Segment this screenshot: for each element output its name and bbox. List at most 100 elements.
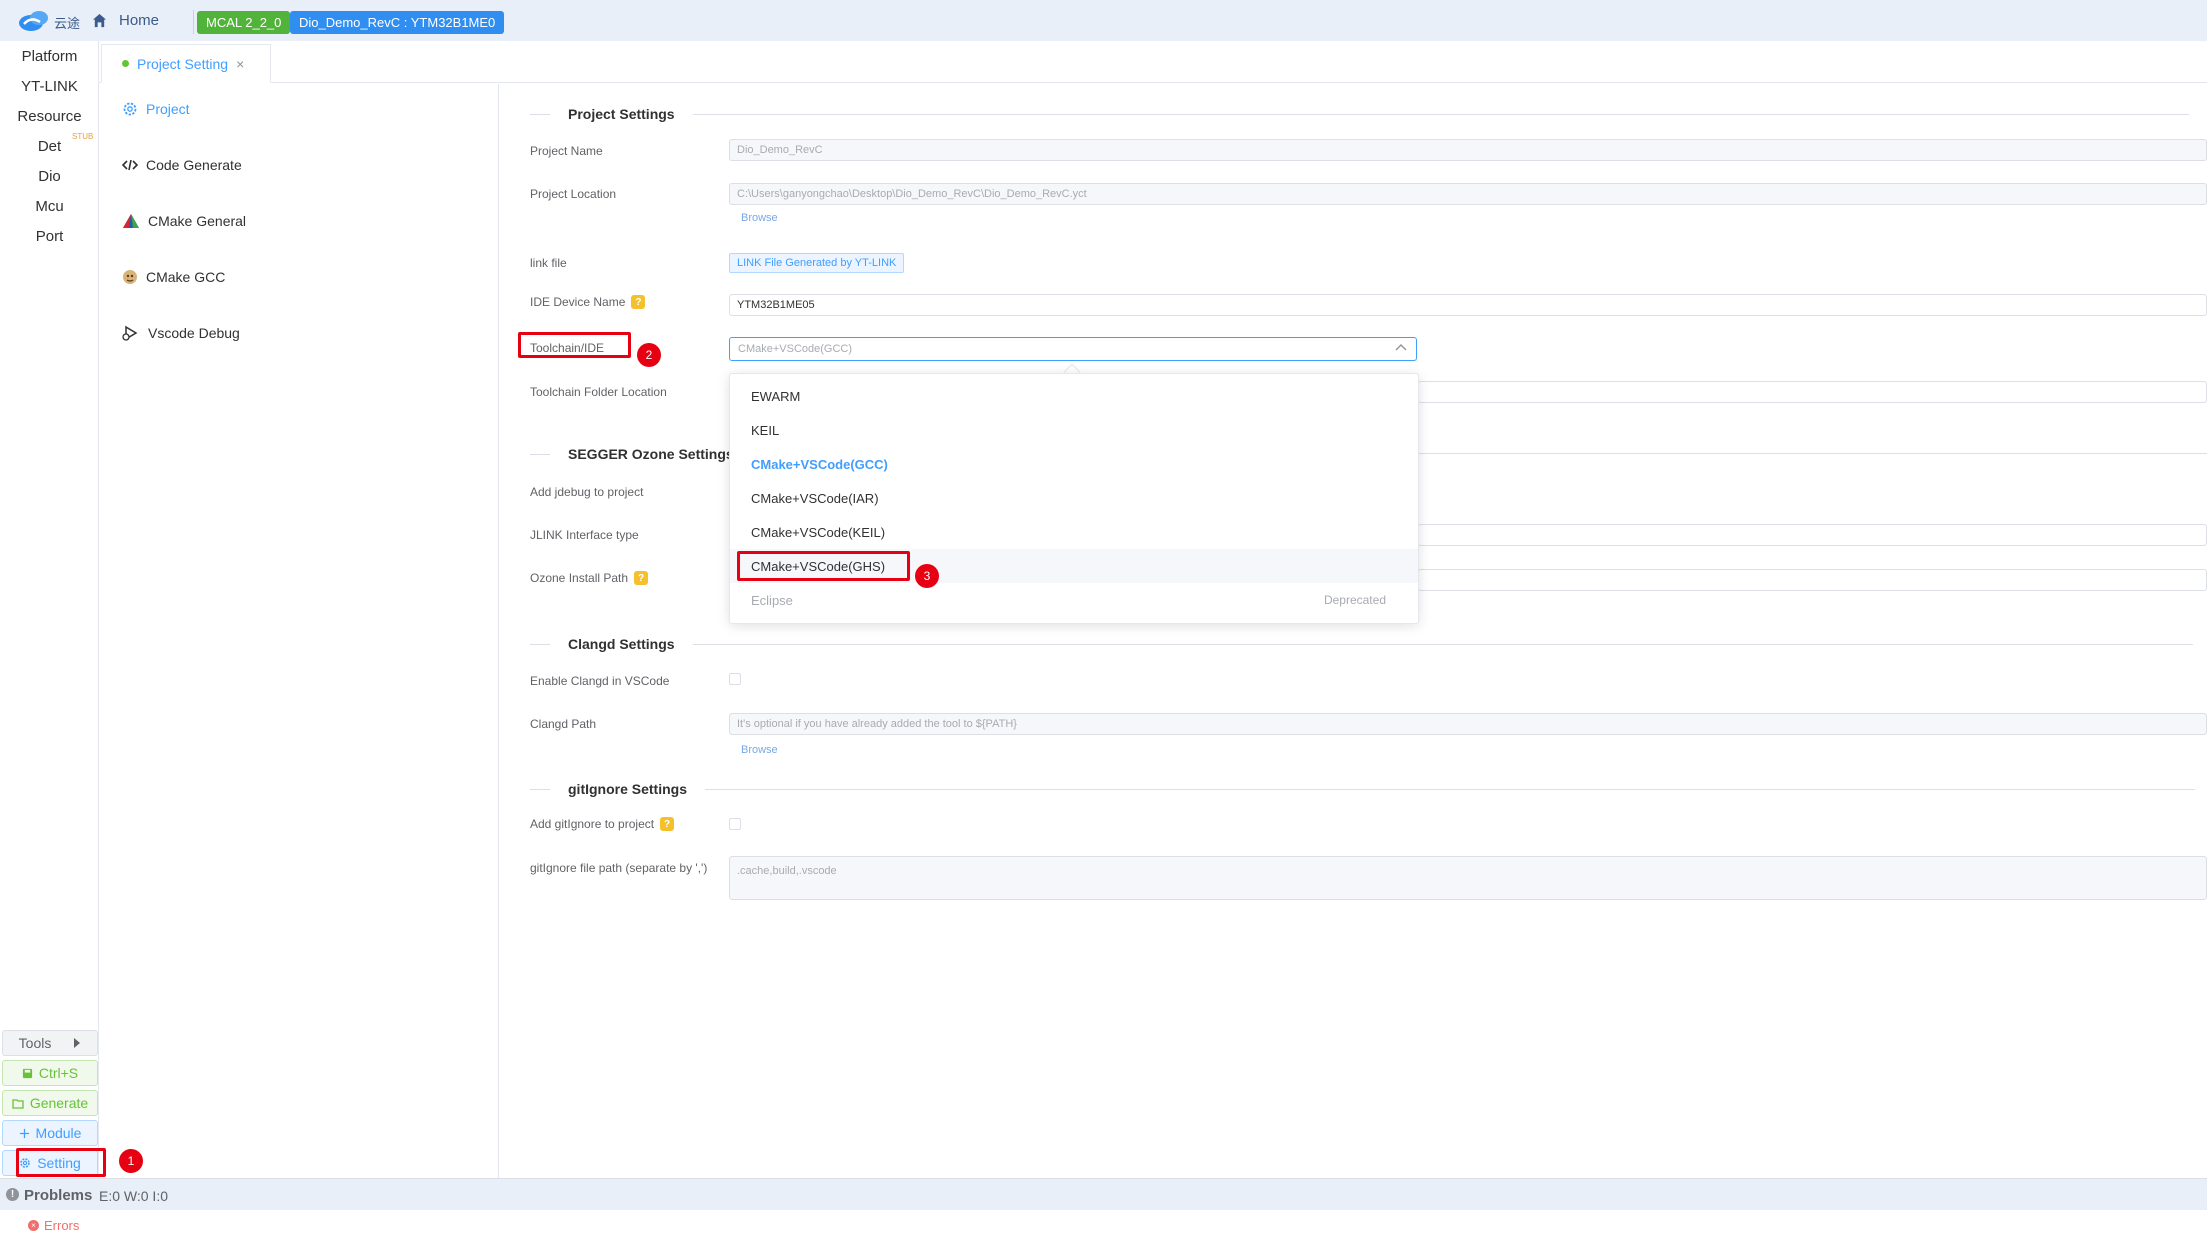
home-icon[interactable] [92, 13, 107, 28]
annotation-marker-2: 2 [637, 343, 661, 367]
tools-button[interactable]: Tools [2, 1030, 98, 1056]
ozone-path-input[interactable] [1418, 569, 2207, 591]
gitignore-path-textarea[interactable]: .cache,build,.vscode [729, 856, 2207, 900]
settings-item-label: Code Generate [146, 157, 242, 173]
section-line [1418, 453, 2207, 454]
ozone-path-label-row: Ozone Install Path ? [530, 571, 649, 585]
help-icon[interactable]: ? [634, 571, 649, 585]
problems-bar: ! Problems E:0 W:0 I:0 [0, 1178, 2207, 1210]
project-device-badge[interactable]: Dio_Demo_RevC : YTM32B1ME0 [290, 11, 505, 34]
option-eclipse-label: Eclipse [751, 592, 793, 608]
save-button[interactable]: Ctrl+S [2, 1060, 98, 1086]
ozone-path-label: Ozone Install Path [530, 571, 629, 585]
section-title: Project Settings [568, 106, 675, 122]
section-segger-settings: SEGGER Ozone Settings [530, 446, 734, 462]
info-icon: ! [6, 1188, 19, 1201]
nav-item-mcu[interactable]: Mcu [0, 198, 99, 215]
jlink-interface-select[interactable] [1418, 524, 2207, 546]
section-project-settings: Project Settings [530, 106, 2189, 122]
tab-close-icon[interactable]: × [236, 56, 244, 72]
browse-clangd-button[interactable]: Browse [741, 744, 778, 756]
add-jdebug-label: Add jdebug to project [530, 485, 644, 499]
stub-tag: STUB [72, 132, 94, 141]
toolchain-folder-label: Toolchain Folder Location [530, 385, 667, 399]
tab-project-setting[interactable]: Project Setting × [101, 44, 271, 83]
clangd-path-label: Clangd Path [530, 717, 597, 731]
add-gitignore-label: Add gitIgnore to project [530, 817, 655, 831]
project-name-input[interactable]: Dio_Demo_RevC [729, 139, 2207, 161]
annotation-box-1 [16, 1148, 106, 1177]
annotation-marker-3: 3 [915, 564, 939, 588]
project-name-label: Project Name [530, 144, 603, 158]
yuntu-logo[interactable] [18, 8, 52, 34]
annotation-box-3 [737, 551, 910, 581]
annotation-box-2 [518, 332, 631, 358]
debug-icon [122, 325, 138, 341]
settings-item-label: CMake GCC [146, 269, 226, 285]
link-file-tag[interactable]: LINK File Generated by YT-LINK [729, 253, 905, 273]
problems-counts: E:0 W:0 I:0 [99, 1188, 168, 1204]
ide-device-label: IDE Device Name [530, 295, 626, 309]
settings-sidebar [99, 84, 499, 1178]
project-location-input[interactable]: C:\Users\ganyongchao\Desktop\Dio_Demo_Re… [729, 183, 2207, 205]
home-link[interactable]: Home [119, 12, 159, 29]
top-bar: 云途 Home MCAL 2_2_0 Dio_Demo_RevC : YTM32… [0, 0, 2207, 41]
option-cmake-vscode-keil[interactable]: CMake+VSCode(KEIL) [730, 515, 1418, 549]
section-gitignore-settings: gitIgnore Settings [530, 781, 2195, 797]
jlink-interface-label: JLINK Interface type [530, 528, 639, 542]
tab-status-dot [122, 60, 129, 67]
section-title: Clangd Settings [568, 636, 675, 652]
nav-item-resource[interactable]: Resource [0, 108, 99, 125]
toolchain-folder-input[interactable] [1418, 381, 2207, 403]
module-label: Module [35, 1125, 82, 1141]
help-icon[interactable]: ? [660, 817, 675, 831]
save-icon [22, 1068, 32, 1078]
settings-item-cmake-general[interactable]: CMake General [122, 213, 246, 229]
nav-item-platform[interactable]: Platform [0, 48, 99, 65]
option-eclipse: Eclipse Deprecated [730, 583, 1418, 617]
annotation-marker-1: 1 [119, 1149, 143, 1173]
nav-item-dio[interactable]: Dio [0, 168, 99, 185]
gcc-icon [123, 270, 137, 284]
left-nav: Platform YT-LINK Resource Det Dio Mcu Po… [0, 41, 99, 1178]
settings-item-project[interactable]: Project [122, 101, 190, 117]
plus-icon [19, 1128, 29, 1138]
tab-bar [99, 41, 2207, 83]
enable-clangd-checkbox[interactable] [729, 673, 741, 685]
nav-item-port[interactable]: Port [0, 228, 99, 245]
cloud-logo-icon [19, 11, 48, 31]
nav-item-yt-link[interactable]: YT-LINK [0, 78, 99, 95]
module-button[interactable]: Module [2, 1120, 98, 1146]
project-location-label: Project Location [530, 187, 617, 201]
settings-item-cmake-gcc[interactable]: CMake GCC [122, 269, 225, 285]
enable-clangd-label: Enable Clangd in VSCode [530, 674, 670, 688]
settings-item-label: Project [146, 101, 190, 117]
code-icon [122, 159, 138, 171]
chevron-up-icon[interactable] [1395, 343, 1407, 351]
add-gitignore-checkbox[interactable] [729, 818, 741, 830]
browse-location-button[interactable]: Browse [741, 212, 778, 224]
gitignore-path-label: gitIgnore file path (separate by ',') [530, 861, 708, 875]
toolchain-select[interactable]: CMake+VSCode(GCC) [729, 337, 1417, 361]
tab-label: Project Setting [137, 55, 229, 72]
clangd-path-input[interactable]: It's optional if you have already added … [729, 713, 2207, 735]
add-gitignore-label-row: Add gitIgnore to project ? [530, 817, 675, 831]
ide-device-input[interactable]: YTM32B1ME05 [729, 294, 2207, 316]
section-title: SEGGER Ozone Settings [568, 446, 734, 462]
link-file-label: link file [530, 256, 567, 270]
help-icon[interactable]: ? [631, 295, 646, 309]
generate-label: Generate [29, 1095, 89, 1111]
option-cmake-vscode-iar[interactable]: CMake+VSCode(IAR) [730, 481, 1418, 515]
folder-icon [12, 1098, 24, 1109]
option-keil[interactable]: KEIL [730, 413, 1418, 447]
problems-title[interactable]: Problems [24, 1187, 92, 1204]
errors-tab[interactable]: Errors [44, 1218, 79, 1233]
save-shortcut-label: Ctrl+S [38, 1065, 79, 1081]
toolchain-dropdown: EWARM KEIL CMake+VSCode(GCC) CMake+VSCod… [729, 373, 1419, 624]
settings-item-vscode-debug[interactable]: Vscode Debug [122, 325, 240, 341]
option-ewarm[interactable]: EWARM [730, 379, 1418, 413]
generate-button[interactable]: Generate [2, 1090, 98, 1116]
settings-item-code-generate[interactable]: Code Generate [122, 157, 242, 173]
option-cmake-vscode-gcc[interactable]: CMake+VSCode(GCC) [730, 447, 1418, 481]
mcal-version-badge: MCAL 2_2_0 [197, 11, 291, 34]
